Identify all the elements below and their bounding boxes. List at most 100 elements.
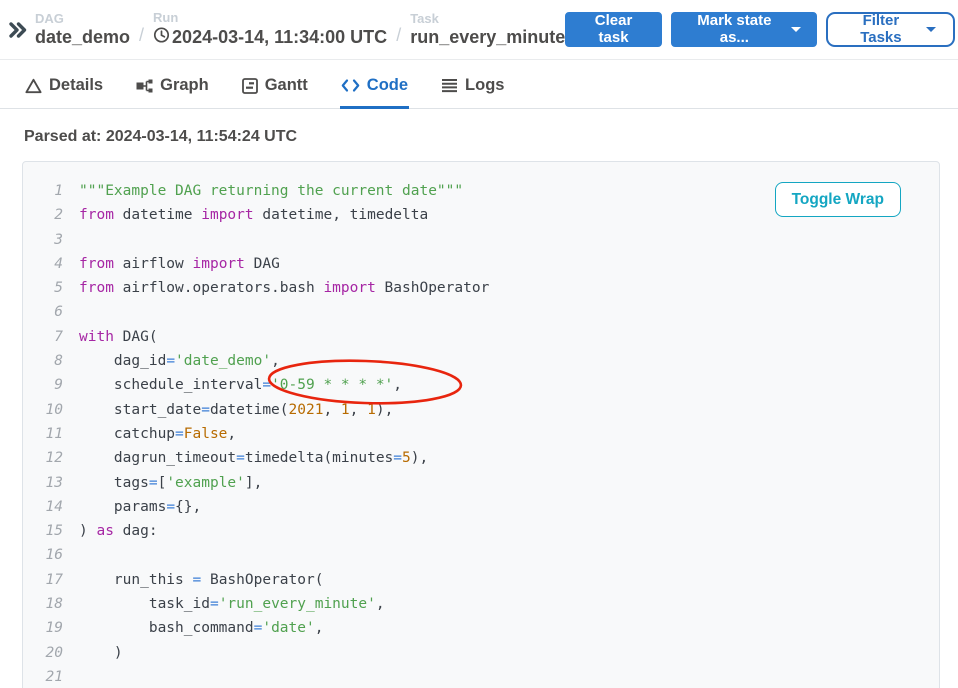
clear-task-button[interactable]: Clear task <box>565 12 662 47</box>
line-content: from airflow.operators.bash import BashO… <box>79 276 489 300</box>
line-content: start_date=datetime(2021, 1, 1), <box>79 398 393 422</box>
tab-code-label: Code <box>367 76 408 95</box>
line-number: 9 <box>23 373 79 397</box>
line-content: from airflow import DAG <box>79 252 280 276</box>
line-number: 16 <box>23 543 79 567</box>
code-line: 17 run_this = BashOperator( <box>23 568 939 592</box>
toggle-wrap-button[interactable]: Toggle Wrap <box>775 182 901 217</box>
code-line: 6 <box>23 300 939 324</box>
code-line: 9 schedule_interval='0-59 * * * *', <box>23 373 939 397</box>
code-icon <box>341 78 360 93</box>
tab-code[interactable]: Code <box>340 63 409 109</box>
line-number: 3 <box>23 228 79 252</box>
line-number: 21 <box>23 665 79 688</box>
code-line: 13 tags=['example'], <box>23 471 939 495</box>
filter-tasks-label: Filter Tasks <box>845 12 917 46</box>
line-number: 15 <box>23 519 79 543</box>
run-timestamp-text: 2024-03-14, 11:34:00 UTC <box>172 27 387 48</box>
dag-name[interactable]: date_demo <box>35 27 130 48</box>
code-line: 5from airflow.operators.bash import Bash… <box>23 276 939 300</box>
caret-down-icon <box>926 27 936 32</box>
code-line: 10 start_date=datetime(2021, 1, 1), <box>23 398 939 422</box>
tab-logs[interactable]: Logs <box>440 63 505 109</box>
code-line: 21 <box>23 665 939 688</box>
tab-details-label: Details <box>49 76 103 95</box>
breadcrumb-separator: / <box>396 25 401 48</box>
line-content: bash_command='date', <box>79 616 323 640</box>
tab-logs-label: Logs <box>465 76 504 95</box>
breadcrumb-separator: / <box>139 25 144 48</box>
line-content: task_id='run_every_minute', <box>79 592 385 616</box>
double-chevron-right-icon[interactable] <box>8 21 27 44</box>
clear-task-label: Clear task <box>581 12 646 46</box>
line-content: ) as dag: <box>79 519 158 543</box>
line-content: tags=['example'], <box>79 471 262 495</box>
line-number: 17 <box>23 568 79 592</box>
line-number: 18 <box>23 592 79 616</box>
breadcrumb-task: Task run_every_minute <box>410 11 565 48</box>
line-number: 6 <box>23 300 79 324</box>
tab-gantt-label: Gantt <box>265 76 308 95</box>
line-number: 1 <box>23 179 79 203</box>
line-content: dagrun_timeout=timedelta(minutes=5), <box>79 446 428 470</box>
code-line: 18 task_id='run_every_minute', <box>23 592 939 616</box>
code-line: 19 bash_command='date', <box>23 616 939 640</box>
line-content: ) <box>79 641 123 665</box>
graph-icon <box>136 78 153 94</box>
tab-details[interactable]: Details <box>24 63 104 109</box>
clock-icon <box>153 26 170 48</box>
dag-code-panel: Toggle Wrap 1"""Example DAG returning th… <box>22 161 940 688</box>
code-line: 20 ) <box>23 641 939 665</box>
caret-down-icon <box>791 27 801 32</box>
breadcrumb-dag: DAG date_demo <box>35 11 130 48</box>
line-number: 2 <box>23 203 79 227</box>
code-line: 3 <box>23 228 939 252</box>
line-number: 4 <box>23 252 79 276</box>
view-tabs: Details Graph Gantt Code <box>0 63 958 109</box>
logs-icon <box>441 78 458 93</box>
line-content: params={}, <box>79 495 201 519</box>
line-number: 7 <box>23 325 79 349</box>
line-number: 10 <box>23 398 79 422</box>
breadcrumb: DAG date_demo / Run 2024-03-14, 11:34:00… <box>0 0 958 60</box>
code-line: 16 <box>23 543 939 567</box>
line-number: 8 <box>23 349 79 373</box>
line-number: 20 <box>23 641 79 665</box>
code-line: 11 catchup=False, <box>23 422 939 446</box>
parsed-at-value: 2024-03-14, 11:54:24 UTC <box>106 128 297 145</box>
run-label: Run <box>153 10 387 25</box>
tab-gantt[interactable]: Gantt <box>241 63 309 109</box>
tab-graph[interactable]: Graph <box>135 63 210 109</box>
line-content: schedule_interval='0-59 * * * *', <box>79 373 402 397</box>
gantt-icon <box>242 78 258 94</box>
code-line: 7with DAG( <box>23 325 939 349</box>
code-line: 14 params={}, <box>23 495 939 519</box>
line-number: 13 <box>23 471 79 495</box>
run-timestamp[interactable]: 2024-03-14, 11:34:00 UTC <box>153 26 387 48</box>
line-content: from datetime import datetime, timedelta <box>79 203 428 227</box>
line-number: 19 <box>23 616 79 640</box>
line-number: 14 <box>23 495 79 519</box>
parsed-at-label: Parsed at: <box>24 128 101 145</box>
line-content: dag_id='date_demo', <box>79 349 280 373</box>
code-line: 8 dag_id='date_demo', <box>23 349 939 373</box>
task-action-buttons: Clear task Mark state as... Filter Tasks <box>565 12 956 47</box>
tab-graph-label: Graph <box>160 76 209 95</box>
line-content: run_this = BashOperator( <box>79 568 323 592</box>
task-name[interactable]: run_every_minute <box>410 27 565 48</box>
line-content: with DAG( <box>79 325 158 349</box>
line-content: catchup=False, <box>79 422 236 446</box>
line-content: """Example DAG returning the current dat… <box>79 179 463 203</box>
code-line: 12 dagrun_timeout=timedelta(minutes=5), <box>23 446 939 470</box>
code-line: 15) as dag: <box>23 519 939 543</box>
filter-tasks-button[interactable]: Filter Tasks <box>826 12 955 47</box>
line-number: 12 <box>23 446 79 470</box>
code-lines: 1"""Example DAG returning the current da… <box>23 179 939 688</box>
mark-state-as-button[interactable]: Mark state as... <box>671 12 817 47</box>
line-number: 5 <box>23 276 79 300</box>
parsed-at: Parsed at: 2024-03-14, 11:54:24 UTC <box>0 109 958 146</box>
breadcrumb-run: Run 2024-03-14, 11:34:00 UTC <box>153 10 387 48</box>
task-label: Task <box>410 11 565 26</box>
dag-label: DAG <box>35 11 130 26</box>
triangle-icon <box>25 78 42 94</box>
